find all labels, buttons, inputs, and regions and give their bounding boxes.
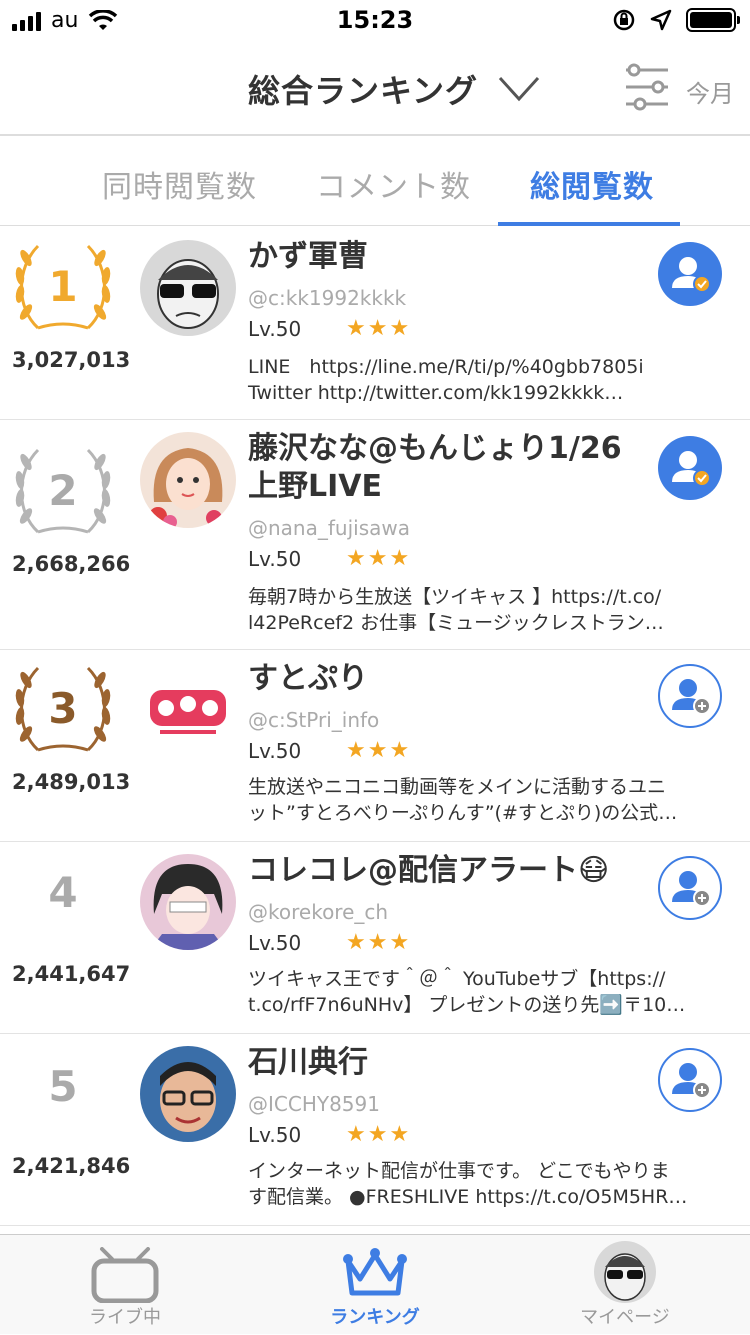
level-label: Lv.50 [248, 738, 302, 763]
streamer-handle: @ICCHY8591 [248, 1092, 380, 1116]
bottom-tab-bar: ライブ中 ランキング マイページ [0, 1234, 750, 1334]
profile-description: LINE https://line.me/R/ti/p/%40gbb7805i … [248, 356, 644, 404]
rank-number: 1 [48, 262, 78, 311]
view-count: 2,441,647 [12, 962, 131, 986]
avatar [594, 1241, 656, 1303]
view-count: 2,421,846 [12, 1154, 131, 1178]
view-count: 2,668,266 [12, 552, 131, 576]
ranking-list: 1 3,027,013 かず軍曹 @c:kk1992kkkk Lv.50 ★ ★ ★… [0, 228, 750, 1226]
tab-label: ライブ中 [89, 1307, 161, 1328]
streamer-name[interactable]: 藤沢なな@もんじょり1/26上野LIVE [248, 430, 643, 506]
follow-button[interactable] [658, 856, 722, 920]
tab-label: マイページ [580, 1307, 670, 1328]
tab-ranking[interactable]: ランキング [250, 1235, 500, 1335]
tab-total-views[interactable]: 総閲覧数 [530, 162, 654, 206]
profile-description: 毎朝7時から生放送【ツイキャス 】https://t.co/ l42PeRcef… [248, 586, 664, 634]
level-label: Lv.50 [248, 546, 302, 571]
level-line: Lv.50 ★ ★ ★ [248, 1122, 409, 1147]
streamer-handle: @nana_fujisawa [248, 516, 410, 540]
ranking-row-2[interactable]: 2 2,668,266 藤沢なな@もんじょり1/26上野LIVE @nana_f… [0, 420, 750, 650]
orientation-lock-icon [613, 9, 635, 31]
rank-number: 5 [48, 1062, 78, 1111]
ranking-row-5[interactable]: 5 2,421,846 石川典行 @ICCHY8591 Lv.50 ★ ★ ★ イン… [0, 1034, 750, 1226]
star-rating: ★ ★ ★ [346, 316, 410, 341]
tab-comments[interactable]: コメント数 [316, 162, 471, 206]
crown-icon [343, 1248, 407, 1296]
followed-button[interactable] [658, 242, 722, 306]
avatar[interactable] [140, 854, 236, 950]
level-line: Lv.50 ★ ★ ★ [248, 930, 409, 955]
tab-mypage[interactable]: マイページ [500, 1235, 750, 1335]
rank-number: 4 [48, 868, 78, 917]
level-label: Lv.50 [248, 316, 302, 341]
profile-description: 生放送やニコニコ動画等をメインに活動するユニ ット”すとろべりーぷりんす”(#す… [248, 776, 678, 824]
avatar[interactable] [140, 240, 236, 336]
ranking-type-selector[interactable]: 総合ランキング [248, 66, 540, 112]
followed-button[interactable] [658, 436, 722, 500]
streamer-name[interactable]: コレコレ@配信アラート😷 [248, 852, 643, 890]
header: 総合ランキング 今月 [0, 40, 750, 136]
chevron-down-icon [498, 76, 540, 102]
tv-icon [91, 1247, 159, 1303]
user-check-icon [672, 257, 711, 293]
rank-number: 2 [48, 466, 78, 515]
laurel-gold-icon: 1 [8, 238, 118, 338]
star-rating: ★ ★ ★ [346, 1122, 410, 1147]
user-add-icon [672, 871, 711, 907]
avatar-logo[interactable] [140, 662, 236, 758]
streamer-handle: @c:StPri_info [248, 708, 380, 732]
star-rating: ★ ★ ★ [346, 930, 410, 955]
ranking-row-4[interactable]: 4 2,441,647 コレコレ@配信アラート😷 @korekore_ch Lv… [0, 842, 750, 1034]
profile-description: ツイキャス王です＾＠＾ YouTubeサブ【https:// t.co/rfF7… [248, 968, 686, 1016]
view-count: 2,489,013 [12, 770, 131, 794]
streamer-name[interactable]: すとぷり [248, 660, 643, 698]
tab-label: ランキング [330, 1307, 420, 1328]
streamer-name[interactable]: 石川典行 [248, 1044, 643, 1082]
tab-indicator [498, 222, 680, 226]
period-label[interactable]: 今月 [686, 74, 734, 109]
laurel-silver-icon: 2 [8, 442, 118, 542]
status-bar: au 15:23 [0, 0, 750, 40]
level-line: Lv.50 ★ ★ ★ [248, 316, 409, 341]
user-check-icon [672, 451, 711, 487]
streamer-handle: @korekore_ch [248, 900, 389, 924]
streamer-name[interactable]: かず軍曹 [248, 238, 643, 276]
level-line: Lv.50 ★ ★ ★ [248, 738, 409, 763]
location-icon [650, 9, 672, 31]
level-line: Lv.50 ★ ★ ★ [248, 546, 409, 571]
ranking-row-3[interactable]: 3 2,489,013 すとぷり @c:StPri_info Lv.50 ★ ★ ★… [0, 650, 750, 842]
tab-concurrent-viewers[interactable]: 同時閲覧数 [102, 162, 257, 206]
rank-number: 3 [48, 684, 78, 733]
follow-button[interactable] [658, 664, 722, 728]
tab-live[interactable]: ライブ中 [0, 1235, 250, 1335]
avatar[interactable] [140, 1046, 236, 1142]
level-label: Lv.50 [248, 930, 302, 955]
filter-settings-icon[interactable] [622, 62, 672, 112]
user-add-icon [672, 1063, 711, 1099]
avatar[interactable] [140, 432, 236, 528]
view-count: 3,027,013 [12, 348, 131, 372]
star-rating: ★ ★ ★ [346, 546, 410, 571]
follow-button[interactable] [658, 1048, 722, 1112]
ranking-tabs: 同時閲覧数 コメント数 総閲覧数 [0, 138, 750, 226]
star-rating: ★ ★ ★ [346, 738, 410, 763]
level-label: Lv.50 [248, 1122, 302, 1147]
profile-description: インターネット配信が仕事です。 どこでもやりま す配信業。 ●FRESHLIVE… [248, 1160, 688, 1208]
page-title: 総合ランキング [248, 72, 479, 110]
user-add-icon [672, 679, 711, 715]
battery-icon [686, 8, 740, 32]
ranking-row-1[interactable]: 1 3,027,013 かず軍曹 @c:kk1992kkkk Lv.50 ★ ★ ★… [0, 228, 750, 420]
streamer-handle: @c:kk1992kkkk [248, 286, 407, 310]
laurel-bronze-icon: 3 [8, 660, 118, 760]
